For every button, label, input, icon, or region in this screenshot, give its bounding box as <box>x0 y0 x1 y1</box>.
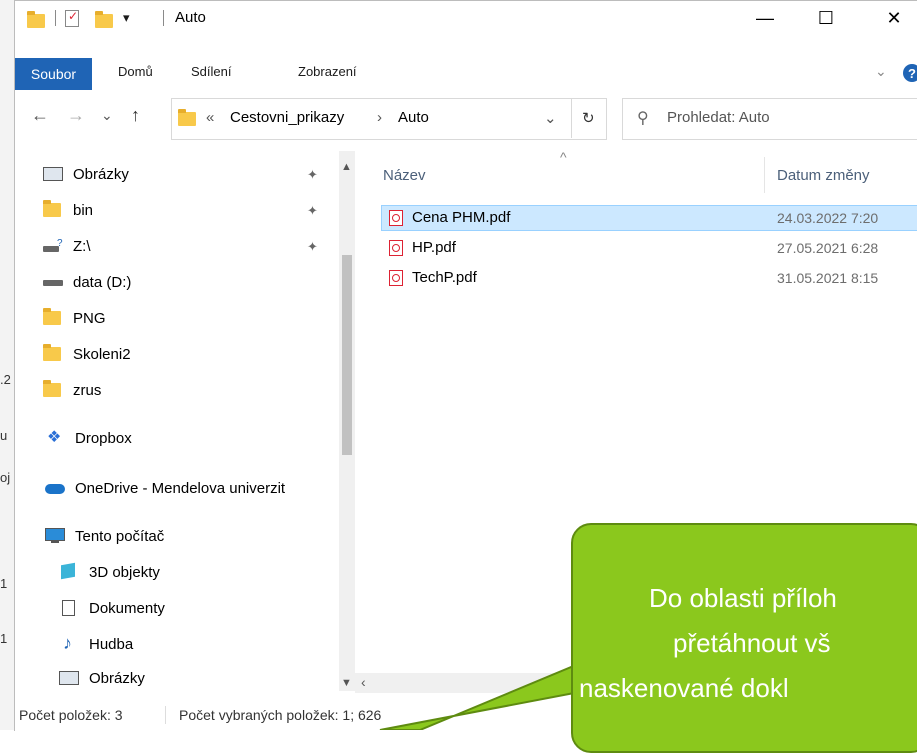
folder-icon <box>27 11 45 28</box>
nav-item-zrus[interactable]: zrus <box>43 375 101 405</box>
properties-icon[interactable]: ✓ <box>65 9 79 27</box>
documents-icon <box>59 600 81 616</box>
pictures-icon <box>43 166 65 182</box>
file-date: 24.03.2022 7:20 <box>777 210 879 226</box>
column-header-date[interactable]: Datum změny <box>777 167 870 184</box>
nav-item-png[interactable]: PNG <box>43 303 106 333</box>
address-bar[interactable]: « Cestovni_prikazy › Auto ⌄ ↻ <box>171 98 607 140</box>
tab-home[interactable]: Domů <box>118 64 153 79</box>
folder-icon <box>43 380 65 398</box>
callout-line: Do oblasti příloh <box>649 583 837 613</box>
background-text: oj <box>0 470 11 485</box>
pdf-icon <box>389 210 403 226</box>
search-box[interactable]: ⚲ Prohledat: Auto <box>622 98 917 140</box>
close-button[interactable]: ✕ <box>871 1 917 35</box>
background-text: .2 <box>0 372 11 387</box>
nav-item-documents[interactable]: Dokumenty <box>59 593 165 623</box>
folder-icon <box>43 200 65 218</box>
scroll-up-icon[interactable]: ▲ <box>341 161 352 173</box>
address-dropdown-icon[interactable]: ⌄ <box>544 109 557 127</box>
customize-toolbar-icon[interactable]: ▾ <box>123 10 130 26</box>
ribbon-expand-icon[interactable]: ⌄ <box>875 63 887 80</box>
nav-item-skoleni2[interactable]: Skoleni2 <box>43 339 131 369</box>
selected-count: Počet vybraných položek: 1; 626 <box>179 707 382 723</box>
nav-item-z-drive[interactable]: ? Z:\ <box>43 231 91 261</box>
nav-item-dropbox[interactable]: ❖ Dropbox <box>45 423 132 453</box>
background-text: 1 <box>0 576 8 591</box>
forward-button[interactable]: → <box>67 105 85 126</box>
folder-icon <box>43 344 65 362</box>
breadcrumb-separator[interactable]: › <box>377 109 382 126</box>
callout-bubble: Do oblasti příloh přetáhnout vš naskenov… <box>571 523 917 753</box>
dropbox-icon: ❖ <box>47 429 62 446</box>
search-input[interactable]: Prohledat: Auto <box>667 109 770 126</box>
nav-item-this-pc[interactable]: Tento počítač <box>45 521 164 551</box>
file-date: 31.05.2021 8:15 <box>777 270 879 286</box>
nav-item-music[interactable]: ♪ Hudba <box>59 629 133 659</box>
3d-objects-icon <box>59 562 81 580</box>
nav-item-pictures-2[interactable]: Obrázky <box>59 663 145 693</box>
nav-item-onedrive[interactable]: OneDrive - Mendelova univerzit <box>45 473 285 503</box>
sort-indicator-icon: ^ <box>560 149 567 165</box>
recent-locations-button[interactable]: ⌄ <box>101 107 113 124</box>
pdf-icon <box>389 270 403 286</box>
pin-icon[interactable]: ✦ <box>307 167 318 183</box>
file-name[interactable]: TechP.pdf <box>412 269 477 286</box>
breadcrumb-auto[interactable]: Auto <box>398 109 429 126</box>
window-title: Auto <box>175 9 206 26</box>
breadcrumb-cestovni-prikazy[interactable]: Cestovni_prikazy <box>230 109 344 126</box>
pin-icon[interactable]: ✦ <box>307 239 318 255</box>
nav-item-bin[interactable]: bin <box>43 195 93 225</box>
title-bar: ✓ ▾ Auto — ☐ ✕ <box>15 1 917 35</box>
overflow-chevron[interactable]: « <box>206 109 214 126</box>
refresh-icon[interactable]: ↻ <box>582 109 595 127</box>
callout-line: naskenované dokl <box>579 673 789 703</box>
column-header-name[interactable]: Název <box>383 167 426 184</box>
file-name[interactable]: Cena PHM.pdf <box>412 209 510 226</box>
tab-share[interactable]: Sdílení <box>191 64 231 79</box>
up-button[interactable]: ↑ <box>131 105 140 126</box>
back-button[interactable]: ← <box>31 105 49 126</box>
network-drive-icon: ? <box>43 238 65 254</box>
nav-item-3d-objects[interactable]: 3D objekty <box>59 557 160 587</box>
file-date: 27.05.2021 6:28 <box>777 240 879 256</box>
computer-icon <box>45 528 67 544</box>
background-text: u <box>0 428 8 443</box>
pin-icon[interactable]: ✦ <box>307 203 318 219</box>
item-count: Počet položek: 3 <box>19 707 123 723</box>
tab-file[interactable]: Soubor <box>15 58 92 90</box>
minimize-button[interactable]: — <box>742 1 788 35</box>
background-text: 1 <box>0 631 8 646</box>
folder-icon <box>178 109 196 126</box>
nav-scrollbar-thumb[interactable] <box>342 255 352 455</box>
folder-icon <box>43 308 65 326</box>
nav-item-pictures[interactable]: Obrázky <box>43 159 129 189</box>
background-window: .2 u oj 1 1 <box>0 0 15 730</box>
file-name[interactable]: HP.pdf <box>412 239 456 256</box>
scroll-left-icon[interactable]: ‹ <box>361 674 366 690</box>
new-folder-icon[interactable] <box>95 11 113 28</box>
maximize-button[interactable]: ☐ <box>803 1 849 35</box>
drive-icon <box>43 274 65 290</box>
pictures-icon <box>59 670 81 686</box>
help-icon[interactable]: ? <box>903 64 917 82</box>
scroll-down-icon[interactable]: ▼ <box>341 677 352 689</box>
tab-view[interactable]: Zobrazení <box>298 64 357 79</box>
callout-line: přetáhnout vš <box>673 628 831 658</box>
music-icon: ♪ <box>63 633 72 653</box>
pdf-icon <box>389 240 403 256</box>
search-icon: ⚲ <box>637 110 649 127</box>
nav-item-data-d[interactable]: data (D:) <box>43 267 131 297</box>
onedrive-icon <box>45 480 67 496</box>
